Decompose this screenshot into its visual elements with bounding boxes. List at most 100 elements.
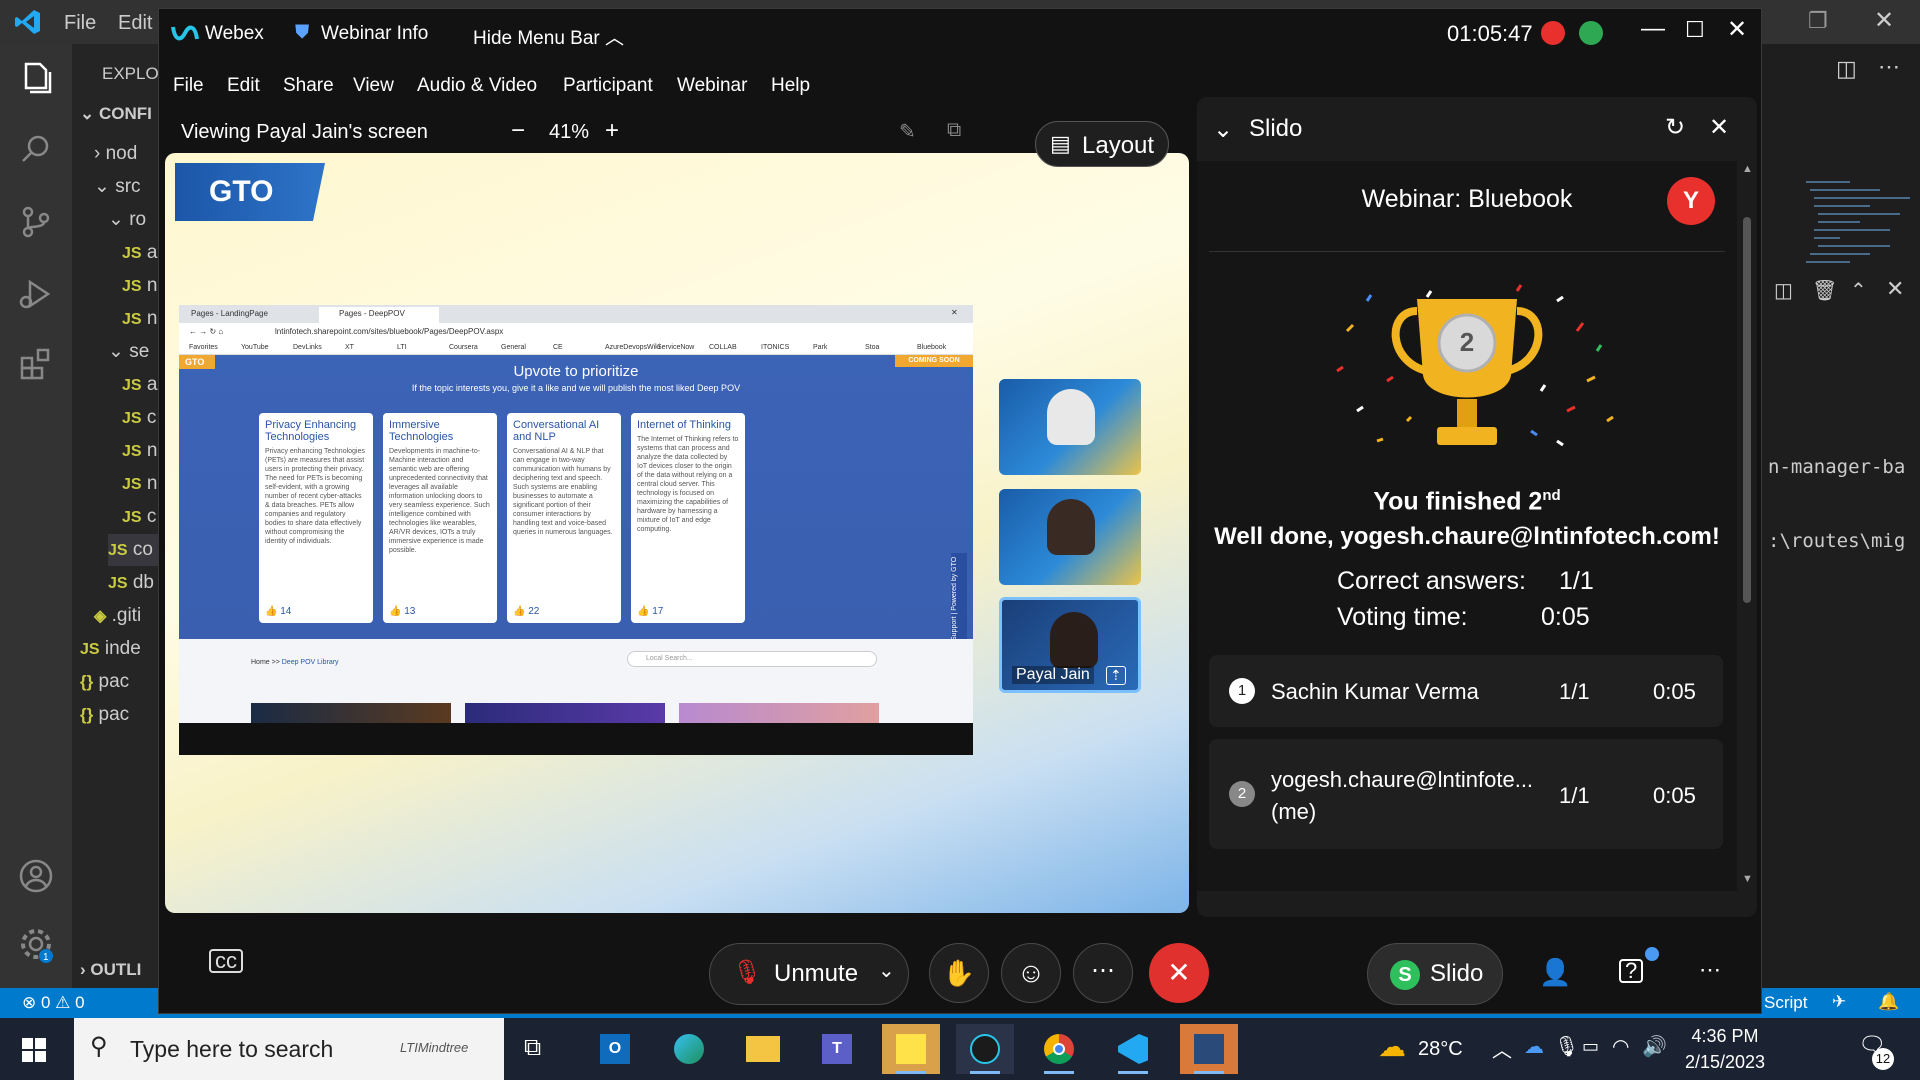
recording-indicator-icon[interactable] (1541, 21, 1565, 45)
zoom-out-icon[interactable]: − (511, 117, 525, 145)
file-tree-item[interactable]: JS co (108, 534, 158, 566)
menu-share[interactable]: Share (283, 75, 334, 97)
source-control-icon[interactable] (16, 202, 56, 242)
bookmark-item[interactable]: ITONICS (761, 344, 789, 351)
file-tree-item[interactable]: JS n (122, 435, 157, 467)
bookmark-item[interactable]: COLLAB (709, 344, 737, 351)
bookmark-item[interactable]: AzureDevopsWiki (605, 344, 660, 351)
zoom-in-icon[interactable]: + (605, 117, 619, 145)
clock-date[interactable]: 2/15/2023 (1680, 1052, 1770, 1073)
volume-icon[interactable]: 🔊 (1642, 1034, 1667, 1059)
explorer-icon[interactable] (16, 58, 56, 98)
task-view-icon[interactable]: ⧉ (524, 1034, 541, 1062)
split-terminal-icon[interactable]: ◫ (1774, 278, 1793, 303)
weather-icon[interactable]: ☁ (1378, 1030, 1406, 1063)
section-header[interactable]: ⌄ CONFI (80, 98, 152, 130)
app-taskbar-icon[interactable] (1180, 1024, 1238, 1074)
unmute-button[interactable]: 🎙 Unmute ⌄ (709, 943, 909, 1005)
bookmark-item[interactable]: XT (345, 344, 354, 351)
like-button[interactable]: 👍 17 (637, 606, 663, 617)
vscode-close-icon[interactable]: ✕ (1874, 6, 1894, 35)
participants-icon[interactable]: 👤 (1539, 957, 1571, 988)
file-tree-item[interactable]: JS c (122, 501, 156, 533)
browser-tab-active[interactable]: Pages - DeepPOV (339, 309, 405, 318)
bookmark-item[interactable]: Park (813, 344, 827, 351)
file-tree-item[interactable]: ⌄ ro (108, 204, 146, 236)
edge-icon[interactable] (660, 1024, 718, 1074)
vscode-menu-file[interactable]: File (64, 12, 96, 35)
local-search-input[interactable]: Local Search... (627, 651, 877, 667)
topic-card[interactable]: Privacy Enhancing Technologies Privacy en… (259, 413, 373, 623)
bookmark-item[interactable]: Favorites (189, 344, 218, 351)
bookmark-item[interactable]: DevLinks (293, 344, 322, 351)
menu-file[interactable]: File (173, 75, 204, 97)
refresh-icon[interactable]: ↻ (1665, 113, 1685, 142)
bookmark-item[interactable]: CE (553, 344, 563, 351)
menu-webinar[interactable]: Webinar (677, 75, 747, 97)
file-explorer-icon[interactable] (734, 1024, 792, 1074)
file-tree-item[interactable]: ⌄ src (94, 171, 141, 203)
search-icon[interactable] (16, 130, 56, 170)
captions-icon[interactable]: cc (209, 949, 243, 973)
menu-audio-video[interactable]: Audio & Video (417, 75, 537, 97)
audio-options-chevron-icon[interactable]: ⌄ (878, 958, 895, 983)
settings-gear-icon[interactable]: 1 (16, 924, 56, 964)
maximize-icon[interactable]: ☐ (1685, 17, 1705, 43)
bookmark-item[interactable]: Stoa (865, 344, 879, 351)
bookmark-item[interactable]: General (501, 344, 526, 351)
vscode-restore-icon[interactable]: ❐ (1808, 8, 1828, 34)
file-tree-item[interactable]: JS n (122, 468, 157, 500)
language-mode[interactable]: Script (1764, 993, 1807, 1013)
minimize-icon[interactable]: — (1641, 15, 1665, 43)
file-tree-item[interactable]: JS a (122, 369, 157, 401)
slido-button[interactable]: S Slido (1367, 943, 1503, 1005)
like-button[interactable]: 👍 22 (513, 606, 539, 617)
browser-tab[interactable]: Pages - LandingPage (191, 309, 268, 318)
file-tree-item[interactable]: ⌄ se (108, 336, 149, 368)
notifications-bell-icon[interactable]: 🔔 (1878, 992, 1899, 1012)
side-tab[interactable]: Support | Powered by GTO (951, 553, 967, 645)
windows-start-icon[interactable] (22, 1038, 46, 1062)
weather-temp[interactable]: 28°C (1418, 1038, 1463, 1061)
bookmark-item[interactable]: ServiceNow (657, 344, 694, 351)
feedback-icon[interactable]: ✈ (1832, 992, 1846, 1012)
user-avatar[interactable]: Y (1667, 177, 1715, 225)
like-button[interactable]: 👍 14 (265, 606, 291, 617)
hide-menu-bar-button[interactable]: Hide Menu Bar ︿ (473, 23, 624, 50)
annotate-icon[interactable]: ✎ (899, 119, 916, 144)
bookmark-item[interactable]: Bluebook (917, 344, 946, 351)
sticky-notes-icon[interactable] (882, 1024, 940, 1074)
like-button[interactable]: 👍 13 (389, 606, 415, 617)
extensions-icon[interactable] (16, 344, 56, 384)
reactions-icon[interactable]: ☺ (1001, 943, 1061, 1003)
split-editor-icon[interactable]: ◫ (1836, 56, 1857, 82)
leave-meeting-icon[interactable]: ✕ (1149, 943, 1209, 1003)
bookmark-item[interactable]: Coursera (449, 344, 478, 351)
menu-edit[interactable]: Edit (227, 75, 260, 97)
topic-card[interactable]: Immersive Technologies Developments in ma… (383, 413, 497, 623)
more-options-icon[interactable]: ⋯ (1073, 943, 1133, 1003)
taskbar-search[interactable]: ⚲ Type here to search LTIMindtree (74, 1018, 504, 1080)
menu-help[interactable]: Help (771, 75, 810, 97)
topic-card[interactable]: Internet of Thinking The Internet of Thin… (631, 413, 745, 623)
problems-indicator[interactable]: ⊗ 0 ⚠ 0 (22, 993, 85, 1013)
microphone-icon[interactable]: 🎙 (1554, 1034, 1579, 1059)
slido-scrollbar[interactable]: ▲ ▼ (1737, 161, 1757, 891)
run-debug-icon[interactable] (16, 274, 56, 314)
file-tree-item[interactable]: JS n (122, 270, 157, 302)
video-thumbnail[interactable] (999, 379, 1141, 475)
accounts-icon[interactable] (16, 856, 56, 896)
outlook-icon[interactable]: O (586, 1024, 644, 1074)
menu-view[interactable]: View (353, 75, 394, 97)
more-actions-icon[interactable]: ⋯ (1878, 54, 1900, 80)
close-window-icon[interactable]: ✕ (1727, 15, 1747, 44)
bookmark-item[interactable]: YouTube (241, 344, 269, 351)
qa-icon[interactable]: ? (1619, 959, 1644, 983)
browser-close-icon[interactable]: ✕ (951, 308, 958, 317)
close-slido-icon[interactable]: ✕ (1709, 113, 1729, 142)
collapse-chevron-icon[interactable]: ⌄ (1213, 115, 1233, 144)
webinar-info-button[interactable]: Webinar Info (321, 23, 428, 45)
raise-hand-icon[interactable]: ✋ (929, 943, 989, 1003)
menu-participant[interactable]: Participant (563, 75, 653, 97)
remote-control-icon[interactable]: ⧉ (947, 119, 961, 142)
